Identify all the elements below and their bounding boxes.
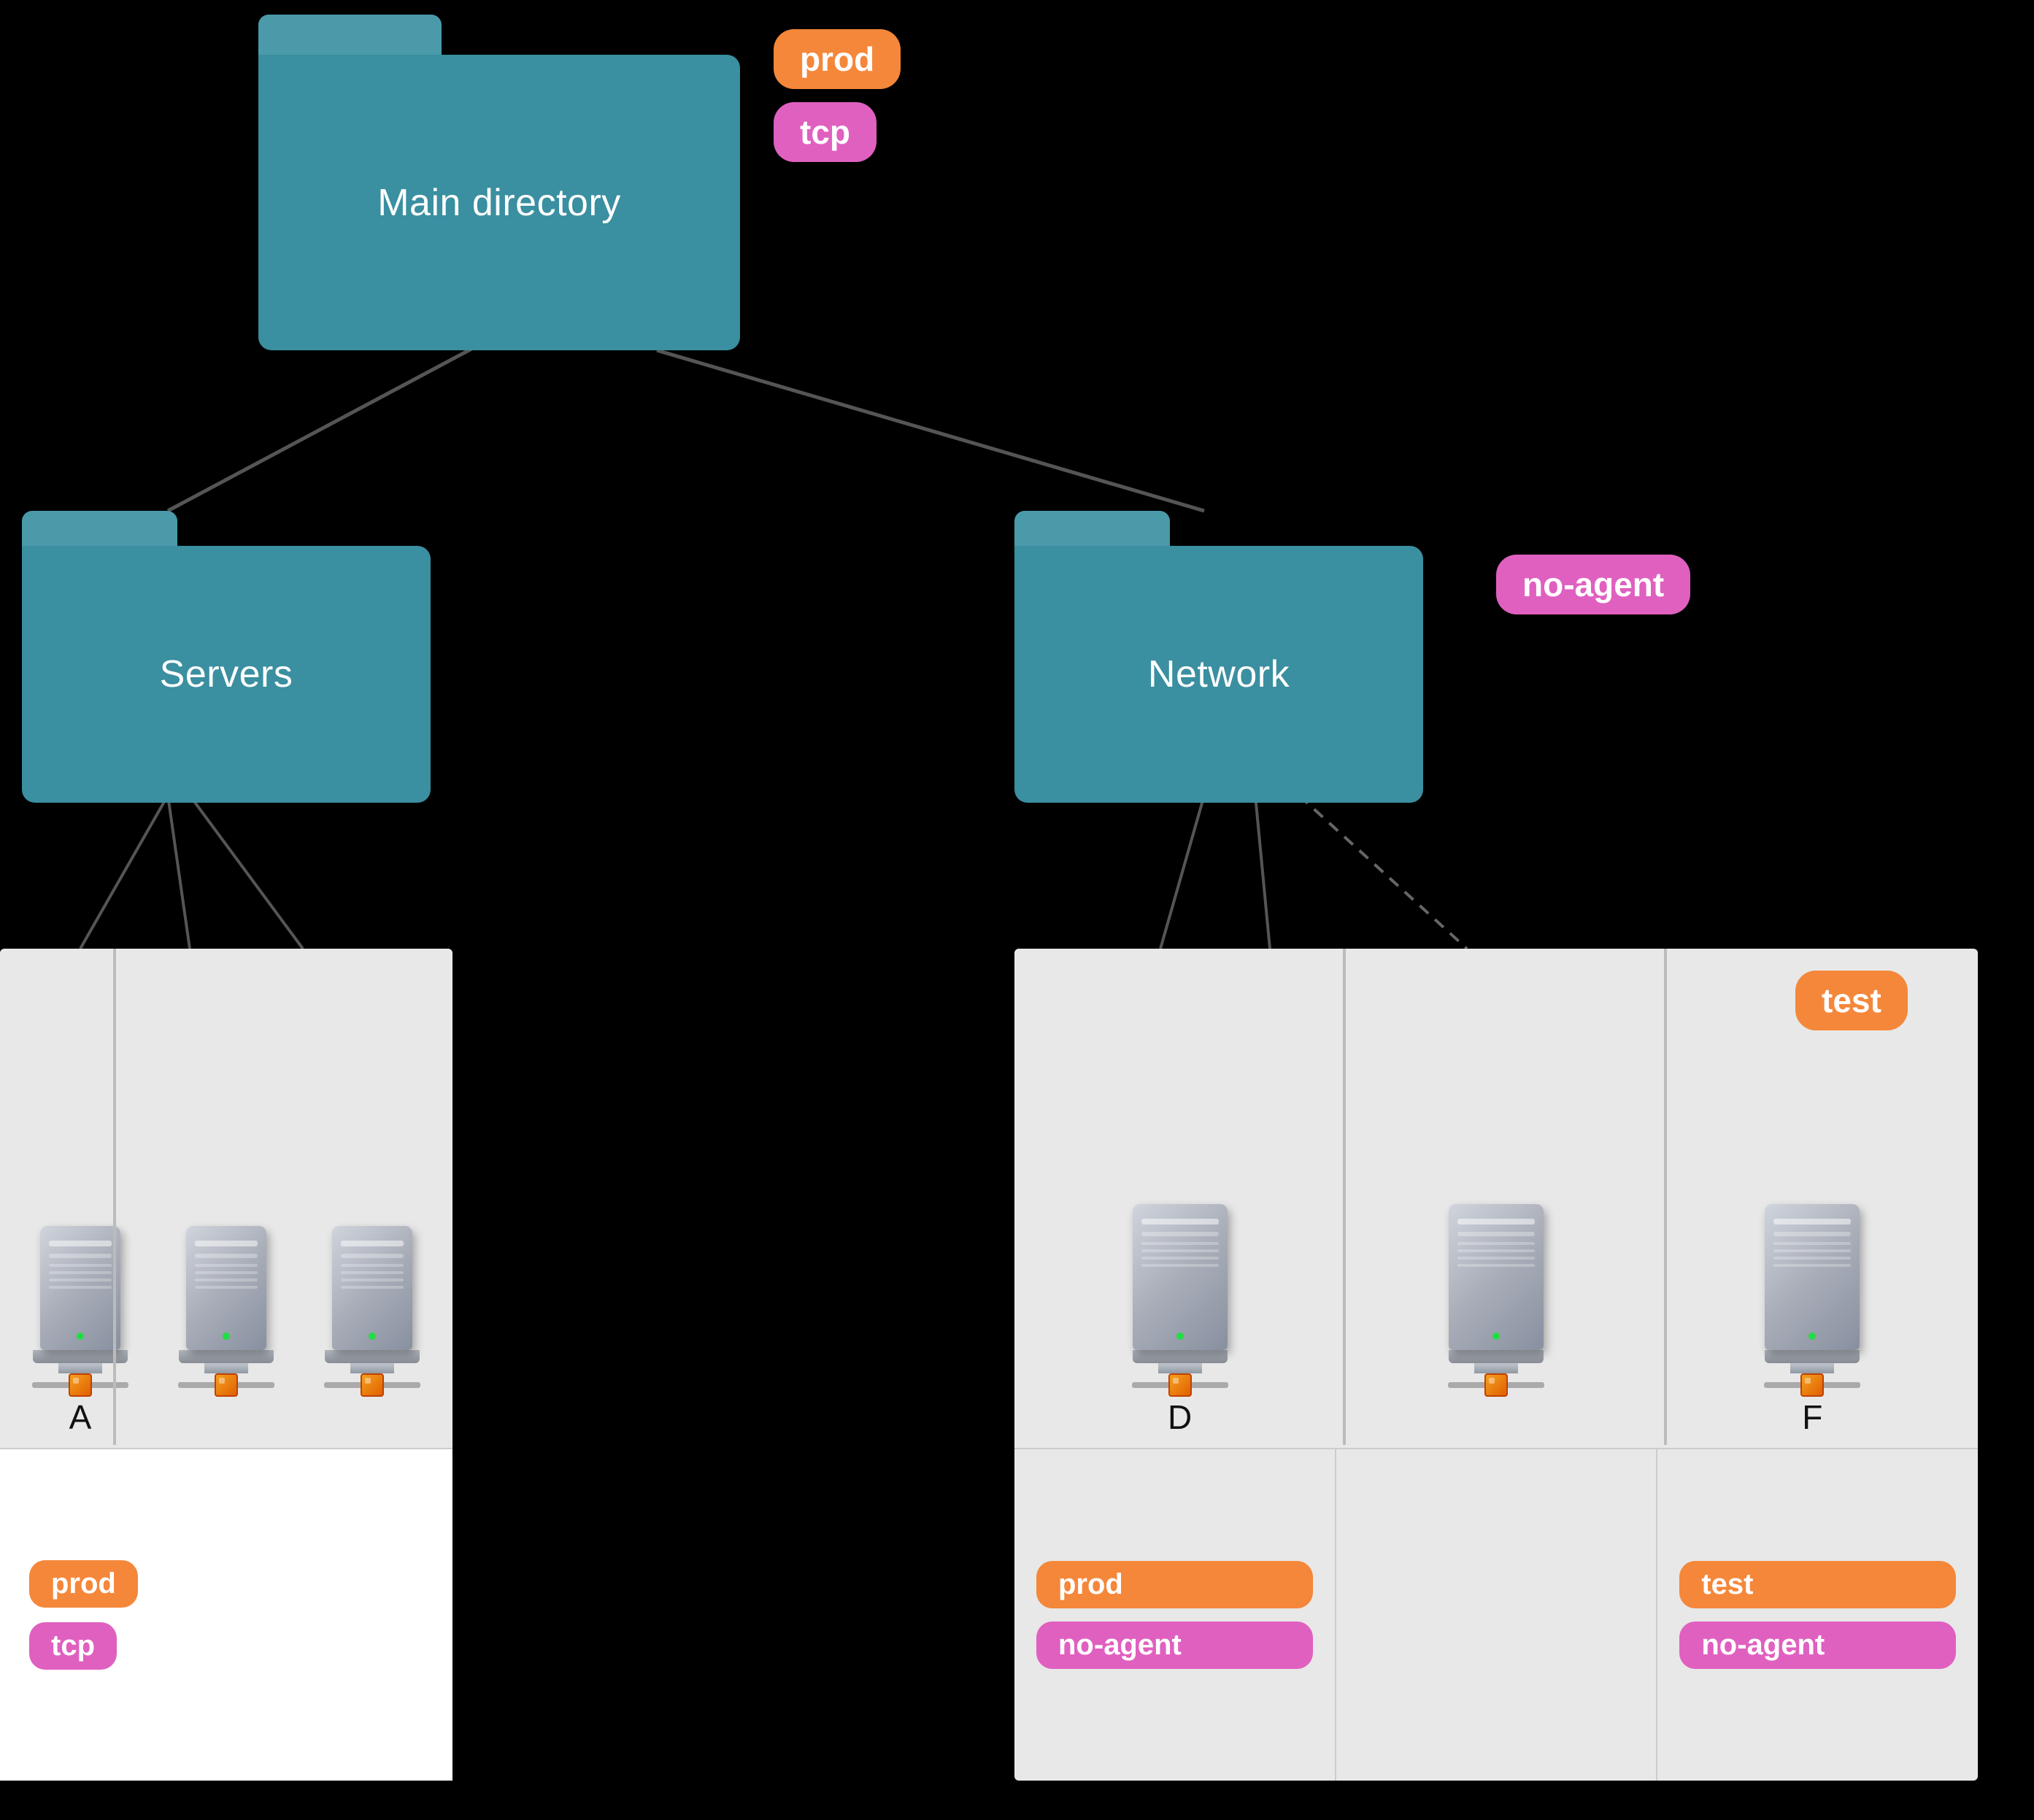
- server-e-base: [1449, 1350, 1544, 1363]
- server-c-connector: [350, 1363, 394, 1373]
- server-e-tower: [1449, 1204, 1544, 1350]
- server-d-led: [1176, 1333, 1184, 1340]
- server-f-label: F: [1802, 1397, 1822, 1437]
- folder-body: Network: [1014, 511, 1423, 803]
- servers-label: Servers: [160, 652, 293, 696]
- separator-left: [113, 949, 116, 1445]
- main-prod-tag: prod: [774, 29, 901, 89]
- network-label: Network: [1148, 652, 1290, 696]
- server-b-tower: [186, 1226, 266, 1350]
- server-f-lines: [1773, 1242, 1851, 1267]
- server-b-connector: [204, 1363, 248, 1373]
- main-tcp-tag: tcp: [774, 102, 877, 162]
- servers-panel-bottom-left: prod tcp: [0, 1448, 452, 1781]
- separator-e-f: [1664, 949, 1667, 1445]
- server-c-base: [325, 1350, 420, 1363]
- server-e-lines: [1457, 1242, 1535, 1267]
- folder-main: Main directory: [258, 55, 740, 350]
- server-d[interactable]: D: [1132, 1204, 1228, 1397]
- d-prod-tag: prod: [1036, 1561, 1313, 1608]
- separator-d-e: [1343, 949, 1346, 1445]
- server-c-tower: [332, 1226, 412, 1350]
- f-test-tag: test: [1679, 1561, 1956, 1608]
- server-b-base: [179, 1350, 274, 1363]
- server-c-led: [369, 1333, 376, 1340]
- server-a-lines: [49, 1264, 112, 1289]
- folder-body: Main directory: [258, 15, 740, 350]
- folder-tab: [22, 511, 177, 546]
- global-test-tag: test: [1795, 971, 1908, 1030]
- main-directory-folder[interactable]: Main directory: [258, 15, 740, 350]
- server-d-tags: prod no-agent: [1014, 1449, 1336, 1781]
- server-f[interactable]: F: [1764, 1204, 1860, 1397]
- network-no-agent-tag: no-agent: [1496, 555, 1690, 614]
- server-d-lines: [1141, 1242, 1219, 1267]
- server-d-port: [1132, 1373, 1228, 1397]
- server-c[interactable]: [324, 1226, 420, 1397]
- right-panel-bottom: prod no-agent test no-agent: [1014, 1448, 1978, 1781]
- server-f-tags: test no-agent: [1657, 1449, 1978, 1781]
- server-f-port: [1764, 1373, 1860, 1397]
- folder-tab: [258, 15, 442, 55]
- servers-top-left: A: [0, 949, 452, 1448]
- server-a-tower: [40, 1226, 120, 1350]
- server-e-port: [1448, 1373, 1544, 1397]
- server-c-port: [324, 1373, 420, 1397]
- server-e-connector: [1474, 1363, 1518, 1373]
- folder-main: Network: [1014, 546, 1423, 803]
- servers-folder[interactable]: Servers: [22, 511, 431, 803]
- server-f-connector: [1790, 1363, 1834, 1373]
- folder-main: Servers: [22, 546, 431, 803]
- server-d-tower: [1133, 1204, 1228, 1350]
- server-c-lines: [341, 1264, 404, 1289]
- network-folder[interactable]: Network: [1014, 511, 1423, 803]
- server-b-led: [223, 1333, 230, 1340]
- server-e-led: [1492, 1333, 1500, 1340]
- main-directory-label: Main directory: [377, 181, 621, 225]
- server-f-led: [1808, 1333, 1816, 1340]
- folder-tab: [1014, 511, 1170, 546]
- server-a-connector: [58, 1363, 102, 1373]
- server-b-port: [178, 1373, 274, 1397]
- server-b[interactable]: [178, 1226, 274, 1397]
- server-f-base: [1765, 1350, 1860, 1363]
- server-a-led: [77, 1333, 84, 1340]
- server-b-lines: [195, 1264, 258, 1289]
- server-d-connector: [1158, 1363, 1202, 1373]
- f-no-agent-tag: no-agent: [1679, 1622, 1956, 1669]
- panel-prod-tag: prod: [29, 1560, 138, 1608]
- server-a-label: A: [69, 1397, 92, 1437]
- server-e-tags: [1336, 1449, 1658, 1781]
- server-e[interactable]: [1448, 1204, 1544, 1397]
- server-d-label: D: [1168, 1397, 1192, 1437]
- panel-tcp-tag: tcp: [29, 1622, 117, 1670]
- d-no-agent-tag: no-agent: [1036, 1622, 1313, 1669]
- folder-body: Servers: [22, 511, 431, 803]
- servers-panel-right: D: [1014, 949, 1978, 1781]
- server-f-tower: [1765, 1204, 1860, 1350]
- server-d-base: [1133, 1350, 1228, 1363]
- servers-panel-left: A: [0, 949, 452, 1781]
